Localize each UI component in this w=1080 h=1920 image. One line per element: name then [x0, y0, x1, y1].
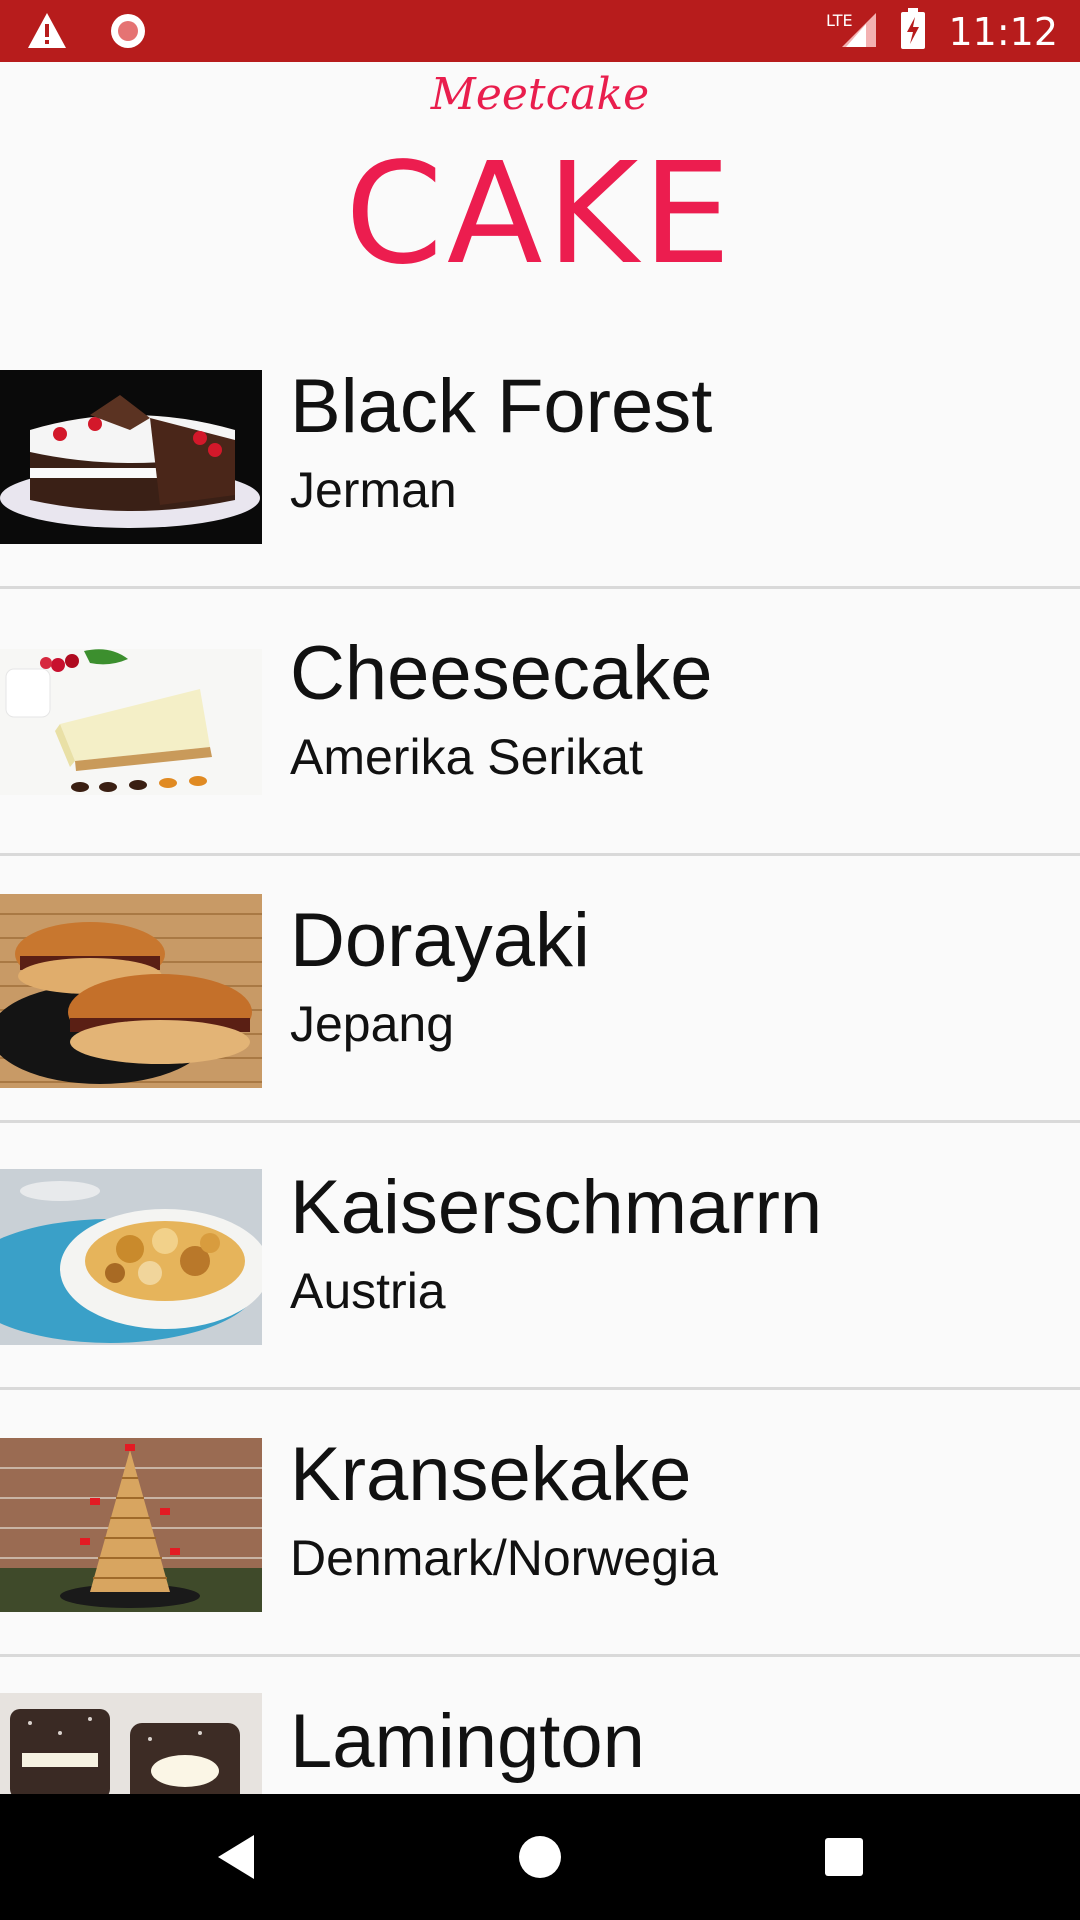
network-type-label: LTE [826, 11, 853, 30]
battery-charging-icon [900, 8, 926, 55]
record-icon [108, 11, 148, 56]
back-button[interactable] [156, 1794, 316, 1920]
cake-origin: Jepang [290, 996, 455, 1052]
cake-name: Cheesecake [290, 631, 713, 716]
brand-logo-text: Meetcake [430, 69, 650, 120]
list-item[interactable]: Kransekake Denmark/Norwegia [0, 1390, 1080, 1657]
cake-origin: Denmark/Norwegia [290, 1530, 718, 1586]
warning-icon [26, 11, 68, 56]
list-item[interactable]: Lamington [0, 1657, 1080, 1794]
cake-name: Dorayaki [290, 898, 590, 983]
status-bar: LTE 11:12 [0, 0, 1080, 62]
recents-icon [825, 1838, 863, 1876]
clock: 11:12 [948, 9, 1058, 54]
home-icon [519, 1836, 561, 1878]
cake-name: Black Forest [290, 364, 713, 449]
cake-thumbnail-kaiserschmarrn [0, 1169, 262, 1345]
cake-list[interactable]: Black Forest Jerman Cheesecake Amerika S… [0, 322, 1080, 1794]
cake-thumbnail-black-forest [0, 370, 262, 544]
home-button[interactable] [460, 1794, 620, 1920]
recents-button[interactable] [764, 1794, 924, 1920]
cake-name: Kaiserschmarrn [290, 1165, 823, 1250]
cake-origin: Amerika Serikat [290, 729, 643, 785]
cake-thumbnail-kransekake [0, 1438, 262, 1612]
navigation-bar [0, 1794, 1080, 1920]
cake-name: Kransekake [290, 1432, 692, 1517]
page-title: CAKE [345, 133, 735, 296]
list-item[interactable]: Black Forest Jerman [0, 322, 1080, 589]
list-item[interactable]: Dorayaki Jepang [0, 856, 1080, 1123]
cake-origin: Jerman [290, 462, 457, 518]
cake-thumbnail-cheesecake [0, 649, 262, 795]
list-item[interactable]: Kaiserschmarrn Austria [0, 1123, 1080, 1390]
back-icon [218, 1835, 254, 1879]
cake-origin: Austria [290, 1263, 446, 1319]
cake-name: Lamington [290, 1699, 645, 1784]
cake-thumbnail-dorayaki [0, 894, 262, 1088]
cake-thumbnail-lamington [0, 1693, 262, 1794]
signal-icon: LTE [826, 9, 878, 54]
list-item[interactable]: Cheesecake Amerika Serikat [0, 589, 1080, 856]
